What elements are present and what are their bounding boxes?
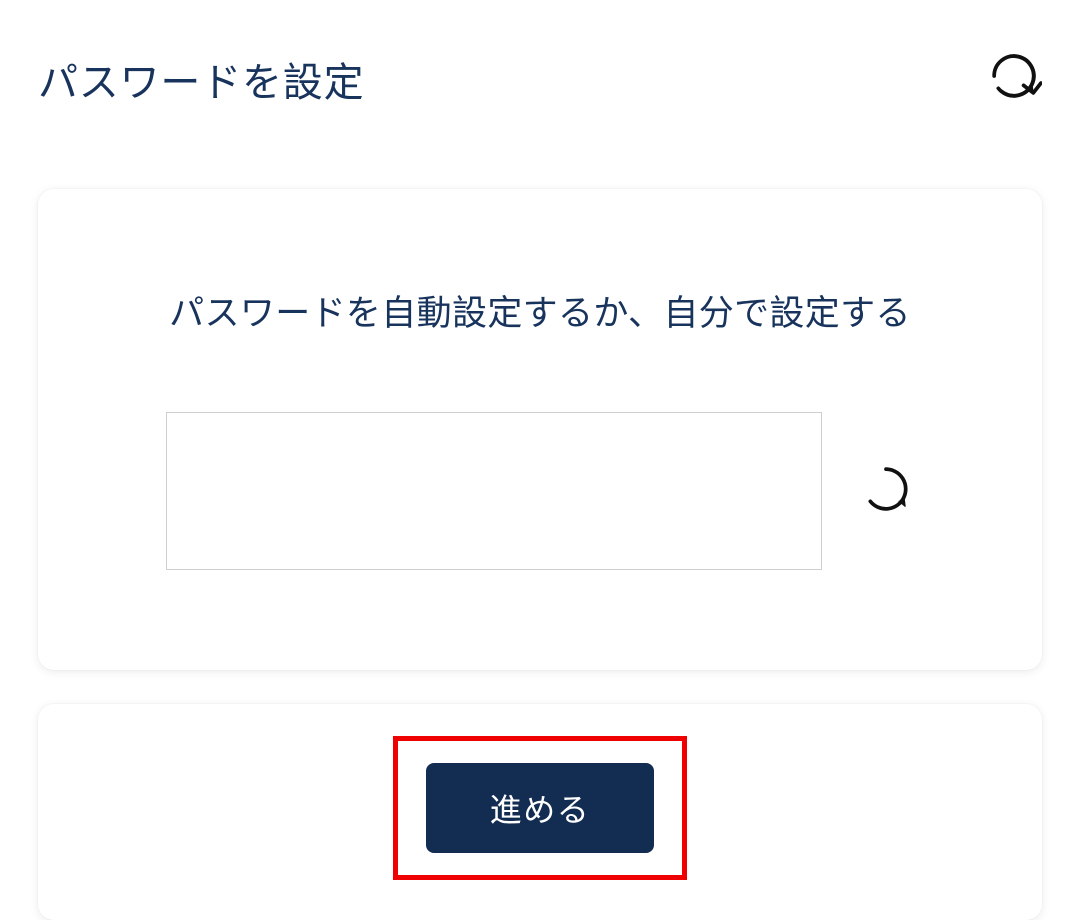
proceed-button[interactable]: 進める bbox=[426, 763, 655, 853]
action-card: 進める bbox=[38, 704, 1042, 920]
refresh-icon[interactable] bbox=[986, 48, 1042, 109]
highlight-box: 進める bbox=[393, 736, 688, 880]
page-title: パスワードを設定 bbox=[38, 50, 364, 108]
password-input[interactable] bbox=[166, 412, 822, 570]
regenerate-password-icon[interactable] bbox=[858, 461, 914, 522]
password-card: パスワードを自動設定するか、自分で設定する bbox=[38, 189, 1042, 670]
instruction-text: パスワードを自動設定するか、自分で設定する bbox=[92, 285, 988, 336]
